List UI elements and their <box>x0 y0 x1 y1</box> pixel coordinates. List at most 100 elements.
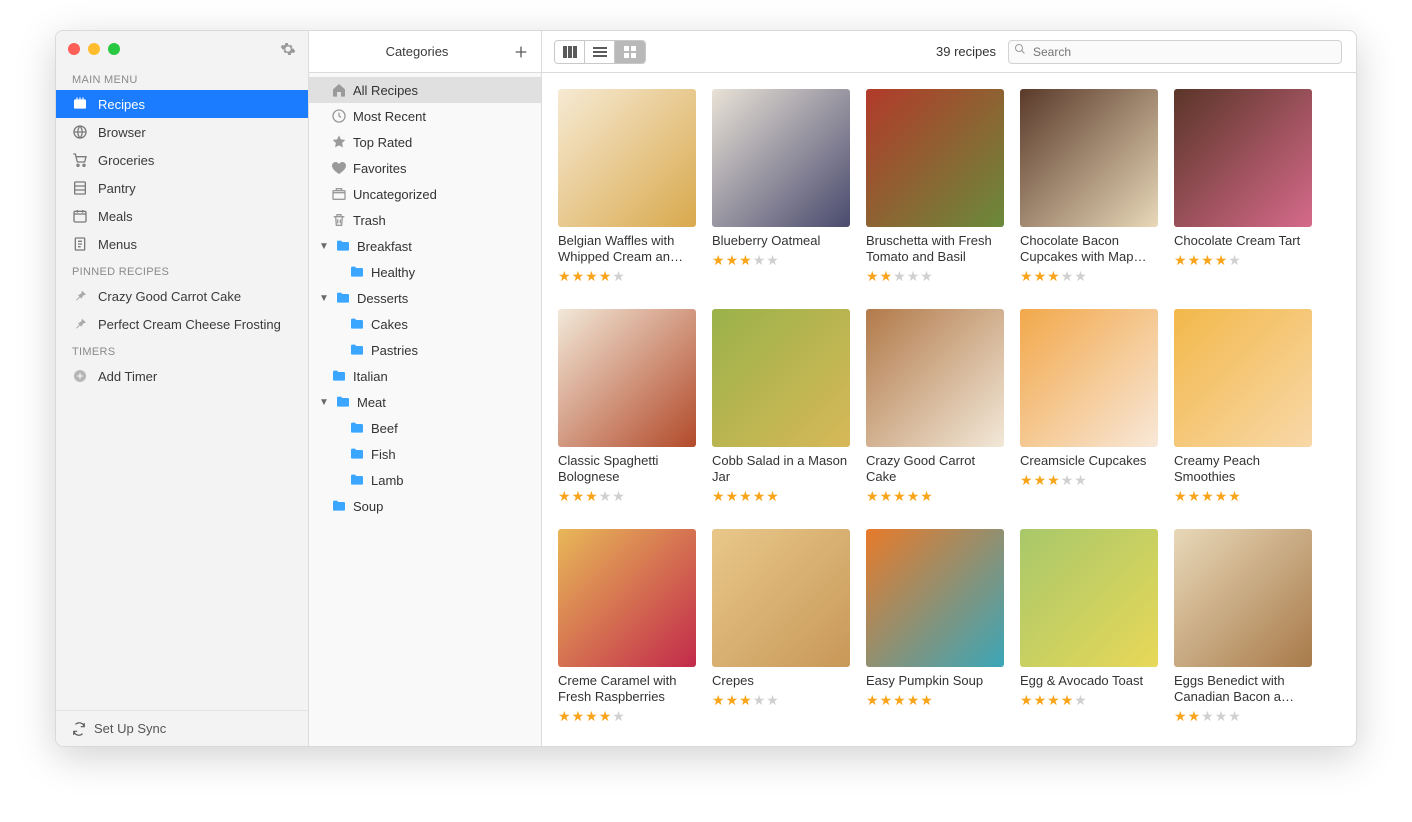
sidebar-item-pantry[interactable]: Pantry <box>56 174 308 202</box>
minimize-window-button[interactable] <box>88 43 100 55</box>
recipe-card[interactable]: Blueberry Oatmeal★★★★★ <box>712 89 850 285</box>
add-category-button[interactable] <box>513 44 529 60</box>
recipe-card[interactable]: Crazy Good Carrot Cake★★★★★ <box>866 309 1004 505</box>
recipe-title: Creme Caramel with Fresh Raspberries <box>558 673 696 705</box>
category-item-meat[interactable]: ▼Meat <box>309 389 541 415</box>
category-item-fish[interactable]: Fish <box>309 441 541 467</box>
folder-icon <box>331 368 347 384</box>
view-mode-segment <box>554 40 646 64</box>
zoom-window-button[interactable] <box>108 43 120 55</box>
disclosure-triangle[interactable]: ▼ <box>319 397 329 408</box>
recipe-card[interactable]: Bruschetta with Fresh Tomato and Basil★★… <box>866 89 1004 285</box>
recipe-thumbnail <box>712 309 850 447</box>
sidebar-item-label: Perfect Cream Cheese Frosting <box>98 317 281 332</box>
search-input[interactable] <box>1008 40 1342 64</box>
category-item-top-rated[interactable]: Top Rated <box>309 129 541 155</box>
category-item-italian[interactable]: Italian <box>309 363 541 389</box>
category-item-desserts[interactable]: ▼ Desserts <box>309 285 541 311</box>
sidebar: MAIN MENURecipesBrowserGroceriesPantryMe… <box>56 31 309 746</box>
recipe-card[interactable]: Creme Caramel with Fresh Raspberries ★★★★… <box>558 529 696 725</box>
category-label: Top Rated <box>353 135 533 150</box>
recipes-icon <box>72 96 88 112</box>
recipe-card[interactable]: Egg & Avocado Toast★★★★★ <box>1020 529 1158 725</box>
recipe-grid[interactable]: Belgian Waffles with Whipped Cream an…★★… <box>542 73 1356 746</box>
recipe-title: Egg & Avocado Toast <box>1020 673 1158 689</box>
sidebar-item-meals[interactable]: Meals <box>56 202 308 230</box>
recipe-rating: ★★★★★ <box>866 692 1004 709</box>
sidebar-item-add-timer[interactable]: Add Timer <box>56 362 308 390</box>
recipe-rating: ★★★★★ <box>712 692 850 709</box>
close-window-button[interactable] <box>68 43 80 55</box>
category-label: Soup <box>353 499 533 514</box>
disclosure-triangle[interactable]: ▼ <box>319 241 329 252</box>
recipe-card[interactable]: Chocolate Bacon Cupcakes with Map…★★★★★ <box>1020 89 1158 285</box>
main-panel: 39 recipes Belgian Waffles with Whipped … <box>542 31 1356 746</box>
category-item-lamb[interactable]: Lamb <box>309 467 541 493</box>
category-label: Uncategorized <box>353 187 533 202</box>
category-item-breakfast[interactable]: ▼Breakfast <box>309 233 541 259</box>
categories-list: All Recipes Most Recent Top Rated Favorites… <box>309 73 541 746</box>
category-item-cakes[interactable]: Cakes <box>309 311 541 337</box>
sidebar-item-crazy-good-carrot-cake[interactable]: Crazy Good Carrot Cake <box>56 282 308 310</box>
category-item-pastries[interactable]: Pastries <box>309 337 541 363</box>
recipe-title: Creamy Peach Smoothies <box>1174 453 1312 485</box>
recipe-title: Eggs Benedict with Canadian Bacon a… <box>1174 673 1312 705</box>
recipe-title: Chocolate Cream Tart <box>1174 233 1312 249</box>
recipe-card[interactable]: Chocolate Cream Tart★★★★★ <box>1174 89 1312 285</box>
categories-header: Categories <box>309 31 541 73</box>
sync-label: Set Up Sync <box>94 721 166 736</box>
recipe-rating: ★★★★★ <box>712 488 850 505</box>
star-icon <box>331 134 347 150</box>
category-label: Most Recent <box>353 109 533 124</box>
sidebar-item-recipes[interactable]: Recipes <box>56 90 308 118</box>
folder-icon <box>335 238 351 254</box>
recipe-rating: ★★★★★ <box>558 708 696 725</box>
recipe-title: Chocolate Bacon Cupcakes with Map… <box>1020 233 1158 265</box>
category-item-trash[interactable]: Trash <box>309 207 541 233</box>
category-item-favorites[interactable]: Favorites <box>309 155 541 181</box>
recipe-rating: ★★★★★ <box>1020 472 1158 489</box>
category-item-healthy[interactable]: Healthy <box>309 259 541 285</box>
settings-button[interactable] <box>280 41 296 57</box>
sidebar-section-header: TIMERS <box>56 338 308 362</box>
recipe-card[interactable]: Eggs Benedict with Canadian Bacon a…★★★★… <box>1174 529 1312 725</box>
category-item-beef[interactable]: Beef <box>309 415 541 441</box>
search-wrapper <box>1008 40 1308 64</box>
recipe-card[interactable]: Crepes ★★★★★ <box>712 529 850 725</box>
recipe-thumbnail <box>1020 309 1158 447</box>
view-list-button[interactable] <box>585 41 615 63</box>
recipe-card[interactable]: Belgian Waffles with Whipped Cream an…★★… <box>558 89 696 285</box>
recipe-title: Crepes <box>712 673 850 689</box>
recipe-card[interactable]: Creamy Peach Smoothies★★★★★ <box>1174 309 1312 505</box>
recipe-thumbnail <box>1020 89 1158 227</box>
sidebar-item-perfect-cream-cheese-frosting[interactable]: Perfect Cream Cheese Frosting <box>56 310 308 338</box>
recipe-rating: ★★★★★ <box>866 268 1004 285</box>
recipe-thumbnail <box>1020 529 1158 667</box>
recipe-card[interactable]: Easy Pumpkin Soup★★★★★ <box>866 529 1004 725</box>
recipe-rating: ★★★★★ <box>866 488 1004 505</box>
category-item-all-recipes[interactable]: All Recipes <box>309 77 541 103</box>
recipe-thumbnail <box>1174 309 1312 447</box>
recipe-card[interactable]: Creamsicle Cupcakes ★★★★★ <box>1020 309 1158 505</box>
recipe-card[interactable]: Classic Spaghetti Bolognese★★★★★ <box>558 309 696 505</box>
category-label: Beef <box>371 421 533 436</box>
recipe-title: Creamsicle Cupcakes <box>1020 453 1158 469</box>
recipe-card[interactable]: Cobb Salad in a Mason Jar★★★★★ <box>712 309 850 505</box>
pin-icon <box>72 288 88 304</box>
gear-icon <box>280 41 296 57</box>
sidebar-item-menus[interactable]: Menus <box>56 230 308 258</box>
list-icon <box>593 46 607 58</box>
category-item-most-recent[interactable]: Most Recent <box>309 103 541 129</box>
category-label: Desserts <box>357 291 533 306</box>
category-item-soup[interactable]: Soup <box>309 493 541 519</box>
recipe-thumbnail <box>866 529 1004 667</box>
view-column-button[interactable] <box>555 41 585 63</box>
sidebar-item-browser[interactable]: Browser <box>56 118 308 146</box>
disclosure-triangle[interactable]: ▼ <box>319 293 329 304</box>
sidebar-item-groceries[interactable]: Groceries <box>56 146 308 174</box>
view-grid-button[interactable] <box>615 41 645 63</box>
category-label: Healthy <box>371 265 533 280</box>
category-item-uncategorized[interactable]: Uncategorized <box>309 181 541 207</box>
categories-title: Categories <box>321 44 513 59</box>
setup-sync-button[interactable]: Set Up Sync <box>56 710 308 746</box>
